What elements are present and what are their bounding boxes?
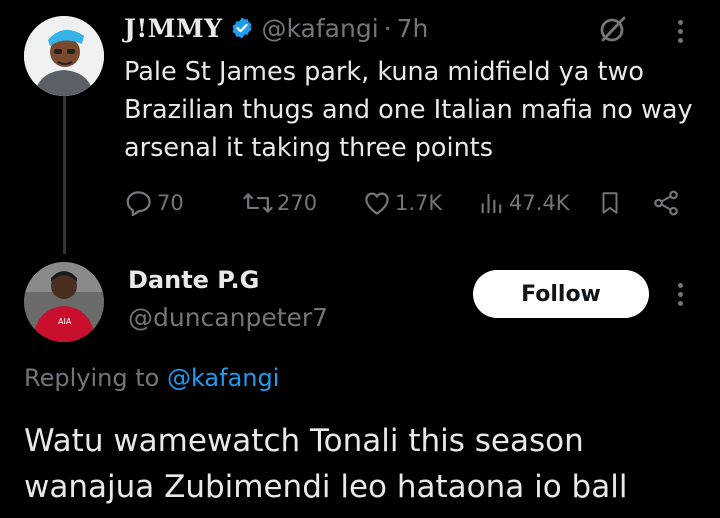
reply-icon	[126, 191, 151, 217]
more-icon[interactable]	[678, 20, 684, 43]
replying-to-handle[interactable]: @kafangi	[167, 364, 279, 392]
svg-text:AIA: AIA	[58, 317, 72, 326]
follow-button[interactable]: Follow	[473, 270, 649, 318]
like-count: 1.7K	[395, 191, 443, 215]
retweet-icon	[243, 193, 273, 213]
like-icon	[365, 192, 389, 215]
replying-to: Replying to @kafangi	[24, 364, 279, 392]
author-name[interactable]: J!MMY	[124, 14, 223, 43]
views-icon	[481, 193, 502, 214]
reply-count: 70	[157, 191, 184, 215]
tweet-text: Pale St James park, kuna midfield ya two…	[124, 57, 693, 163]
share-icon[interactable]	[651, 188, 681, 222]
retweet-button[interactable]: 270	[242, 186, 317, 220]
thread-connector-line	[63, 96, 66, 254]
views-button[interactable]: 47.4K	[478, 186, 570, 220]
retweet-count: 270	[277, 191, 318, 215]
bookmark-icon[interactable]	[597, 189, 623, 221]
views-count: 47.4K	[509, 191, 570, 215]
tweet-time[interactable]: 7h	[397, 14, 429, 43]
verified-badge-icon	[230, 16, 254, 40]
header-separator: ·	[383, 13, 392, 43]
tweet-header: J!MMY @kafangi · 7h	[124, 8, 428, 48]
replying-to-label: Replying to	[24, 364, 160, 392]
reply-more-icon[interactable]	[678, 283, 684, 306]
reply-author-handle[interactable]: @duncanpeter7	[128, 303, 328, 332]
reply-button[interactable]: 70	[124, 186, 184, 220]
like-button[interactable]: 1.7K	[362, 186, 442, 220]
grok-icon[interactable]	[597, 13, 629, 45]
avatar-dante[interactable]: AIA	[24, 262, 104, 342]
reply-author-name[interactable]: Dante P.G	[128, 266, 259, 294]
reply-text: Watu wamewatch Tonali this season wanaju…	[24, 423, 628, 505]
author-handle[interactable]: @kafangi	[262, 14, 379, 43]
avatar-jimmy[interactable]	[24, 16, 104, 96]
